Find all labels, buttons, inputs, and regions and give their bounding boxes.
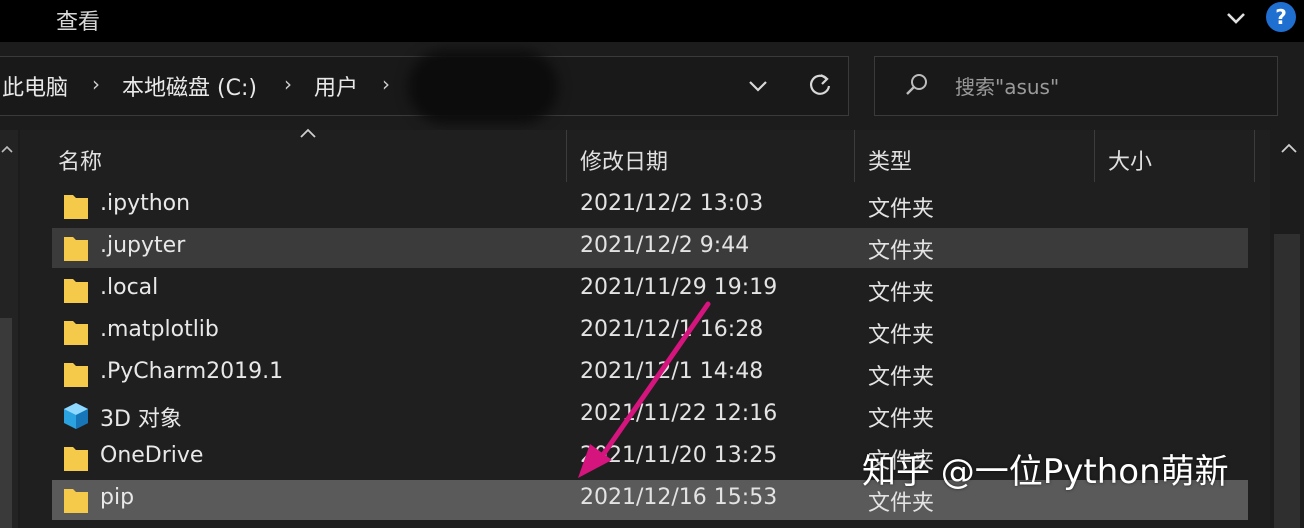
column-header-size[interactable]: 大小 xyxy=(1108,144,1152,176)
file-name: .ipython xyxy=(100,191,191,216)
file-modified: 2021/12/1 16:28 xyxy=(580,317,764,342)
file-name: .matplotlib xyxy=(100,317,219,342)
chevron-down-icon[interactable] xyxy=(744,72,772,100)
breadcrumb-this-pc[interactable]: 此电脑 xyxy=(2,70,68,102)
file-modified: 2021/11/29 19:19 xyxy=(580,275,778,300)
file-row-matplotlib[interactable]: .matplotlib 2021/12/1 16:28 文件夹 xyxy=(52,312,1248,352)
folder-icon xyxy=(64,489,88,513)
file-type: 文件夹 xyxy=(868,239,935,264)
file-row-3d-objects[interactable]: 3D 对象 2021/11/22 12:16 文件夹 xyxy=(52,396,1248,436)
ribbon-bar: 查看 ? xyxy=(0,0,1304,42)
file-type: 文件夹 xyxy=(868,365,935,390)
search-icon xyxy=(906,74,927,95)
file-type: 文件夹 xyxy=(868,407,935,432)
file-modified: 2021/12/1 14:48 xyxy=(580,359,764,384)
chevron-up-icon[interactable] xyxy=(1278,138,1300,160)
file-name: pip xyxy=(100,485,135,510)
folder-icon xyxy=(64,279,88,303)
breadcrumb-separator[interactable]: › xyxy=(92,72,100,96)
column-divider[interactable] xyxy=(566,130,567,182)
file-row-ipython[interactable]: .ipython 2021/12/2 13:03 文件夹 xyxy=(52,186,1248,226)
file-name: 3D 对象 xyxy=(100,407,182,432)
file-type: 文件夹 xyxy=(868,323,935,348)
file-row-pycharm[interactable]: .PyCharm2019.1 2021/12/1 14:48 文件夹 xyxy=(52,354,1248,394)
breadcrumb-local-disk[interactable]: 本地磁盘 (C:) xyxy=(122,70,257,102)
column-divider[interactable] xyxy=(1254,130,1255,182)
file-type: 文件夹 xyxy=(868,197,935,222)
chevron-down-icon[interactable] xyxy=(1222,4,1250,32)
file-name: .PyCharm2019.1 xyxy=(100,359,284,384)
breadcrumb-separator[interactable]: › xyxy=(382,72,390,96)
folder-icon xyxy=(64,195,88,219)
file-modified: 2021/11/20 13:25 xyxy=(580,443,778,468)
file-modified: 2021/11/22 12:16 xyxy=(580,401,778,426)
file-name: .local xyxy=(100,275,159,300)
file-type: 文件夹 xyxy=(868,281,935,306)
breadcrumb-users[interactable]: 用户 xyxy=(314,70,358,102)
column-divider[interactable] xyxy=(1094,130,1095,182)
column-header-modified[interactable]: 修改日期 xyxy=(580,144,668,176)
file-modified: 2021/12/2 13:03 xyxy=(580,191,764,216)
file-name: .jupyter xyxy=(100,233,186,258)
view-menu[interactable]: 查看 xyxy=(56,4,100,36)
navigation-pane-scrollbar[interactable] xyxy=(0,318,12,528)
refresh-icon[interactable] xyxy=(806,70,834,100)
folder-icon xyxy=(64,363,88,387)
file-modified: 2021/12/2 9:44 xyxy=(580,233,750,258)
help-button[interactable]: ? xyxy=(1266,2,1296,32)
search-box[interactable] xyxy=(874,56,1278,116)
search-input[interactable] xyxy=(953,71,1257,103)
scrollbar-thumb[interactable] xyxy=(1274,234,1300,528)
column-header-type[interactable]: 类型 xyxy=(868,144,912,176)
folder-icon xyxy=(64,321,88,345)
3d-objects-icon xyxy=(64,403,88,429)
file-name: OneDrive xyxy=(100,443,204,468)
folder-icon xyxy=(64,447,88,471)
breadcrumb-separator[interactable]: › xyxy=(284,72,292,96)
folder-icon xyxy=(64,237,88,261)
file-row-local[interactable]: .local 2021/11/29 19:19 文件夹 xyxy=(52,270,1248,310)
column-divider[interactable] xyxy=(854,130,855,182)
sort-ascending-icon xyxy=(300,128,316,138)
file-modified: 2021/12/16 15:53 xyxy=(580,485,778,510)
file-row-jupyter[interactable]: .jupyter 2021/12/2 9:44 文件夹 xyxy=(52,228,1248,268)
chevron-up-icon[interactable] xyxy=(0,140,14,160)
column-header-name[interactable]: 名称 xyxy=(58,144,102,176)
redacted-username xyxy=(408,50,558,124)
watermark: 知乎 @一位Python萌新 xyxy=(862,452,1229,492)
